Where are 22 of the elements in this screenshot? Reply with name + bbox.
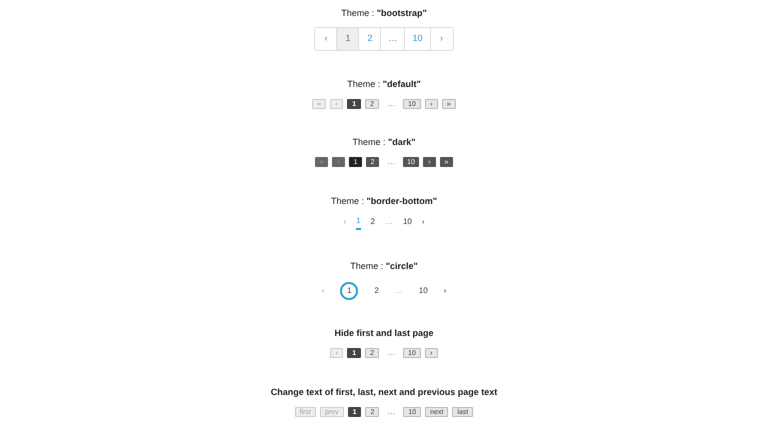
section-title: Theme : "border-bottom" (330, 195, 438, 207)
page-button[interactable]: 2 (370, 218, 375, 229)
section-title: Theme : "circle" (350, 260, 418, 272)
page-button[interactable]: 2 (374, 285, 379, 297)
ellipsis: … (386, 98, 396, 110)
ellipsis: … (394, 285, 403, 297)
next-page-button[interactable]: › (444, 285, 446, 297)
page-button[interactable]: 10 (402, 218, 412, 229)
page-button[interactable]: 10 (418, 285, 428, 297)
section-title: Theme : "dark" (352, 136, 416, 148)
section-title: Theme : "bootstrap" (341, 7, 427, 19)
ellipsis: … (386, 406, 396, 418)
section-title: Theme : "default" (347, 78, 421, 90)
ellipsis: … (384, 218, 393, 228)
next-page-button[interactable]: › (422, 218, 425, 229)
ellipsis: … (386, 156, 396, 168)
ellipsis: … (381, 28, 406, 50)
ellipsis: … (386, 347, 396, 359)
section-title: Hide first and last page (334, 327, 434, 339)
page-button[interactable]: 1 (337, 28, 360, 50)
page-button[interactable]: 1 (340, 282, 358, 300)
section-title: Change text of first, last, next and previous page text (270, 386, 498, 398)
